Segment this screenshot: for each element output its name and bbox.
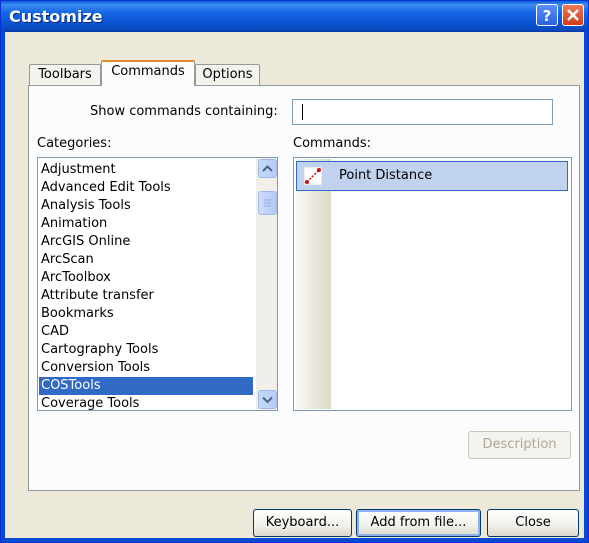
list-item[interactable]: Analysis Tools	[41, 197, 131, 215]
grip-icon	[264, 199, 271, 207]
scroll-down-button[interactable]	[258, 390, 277, 409]
list-item[interactable]: Bookmarks	[41, 305, 114, 323]
command-item-point-distance[interactable]: Point Distance	[296, 161, 568, 191]
tab-label: Toolbars	[38, 67, 92, 82]
list-item[interactable]: ArcGIS Online	[41, 233, 130, 251]
list-item[interactable]: Cartography Tools	[41, 341, 158, 359]
list-item[interactable]: Adjustment	[41, 161, 116, 179]
list-item[interactable]: ArcScan	[41, 251, 94, 269]
commands-list[interactable]: Point Distance	[293, 157, 572, 411]
window-border	[1, 31, 5, 542]
tab-label: Commands	[111, 64, 185, 79]
svg-text:?: ?	[543, 7, 552, 25]
list-item[interactable]: Advanced Edit Tools	[41, 179, 171, 197]
description-button[interactable]: Description	[468, 431, 571, 459]
window-title: Customize	[9, 7, 103, 26]
list-item[interactable]: Coverage Tools	[41, 395, 139, 410]
list-item[interactable]: Animation	[41, 215, 107, 233]
add-from-file-button[interactable]: Add from file...	[356, 509, 481, 537]
show-commands-search-input[interactable]	[292, 99, 553, 125]
command-label: Point Distance	[339, 168, 433, 183]
search-label: Show commands containing:	[90, 104, 278, 119]
customize-dialog: Customize ? Toolbars Commands Options Sh…	[0, 0, 589, 543]
list-item[interactable]: ArcToolbox	[41, 269, 111, 287]
tab-label: Options	[202, 67, 253, 82]
scroll-thumb[interactable]	[258, 191, 277, 215]
chevron-up-icon	[262, 165, 273, 172]
list-item-selected[interactable]: COSTools	[39, 377, 253, 395]
title-bar[interactable]: Customize ?	[1, 1, 588, 32]
commands-label: Commands:	[293, 136, 371, 151]
text-caret	[302, 104, 303, 120]
close-button[interactable]: Close	[487, 509, 579, 537]
close-icon	[567, 9, 579, 21]
categories-scrollbar[interactable]	[256, 158, 277, 410]
close-window-button[interactable]	[562, 4, 584, 26]
scroll-up-button[interactable]	[258, 159, 277, 178]
icon-gutter	[295, 159, 331, 409]
point-distance-icon	[304, 167, 322, 185]
window-border	[584, 31, 588, 542]
list-item[interactable]: CAD	[41, 323, 69, 341]
list-item[interactable]: Conversion Tools	[41, 359, 150, 377]
chevron-down-icon	[262, 396, 273, 404]
help-icon: ?	[543, 7, 552, 25]
tab-commands[interactable]: Commands	[101, 60, 195, 86]
tab-toolbars[interactable]: Toolbars	[29, 64, 101, 86]
categories-list[interactable]: Adjustment Advanced Edit Tools Analysis …	[37, 157, 278, 411]
help-button[interactable]: ?	[536, 4, 558, 26]
window-border	[1, 538, 588, 542]
keyboard-button[interactable]: Keyboard...	[253, 509, 352, 537]
categories-label: Categories:	[37, 136, 112, 151]
tab-options[interactable]: Options	[195, 64, 260, 86]
list-item[interactable]: Attribute transfer	[41, 287, 154, 305]
